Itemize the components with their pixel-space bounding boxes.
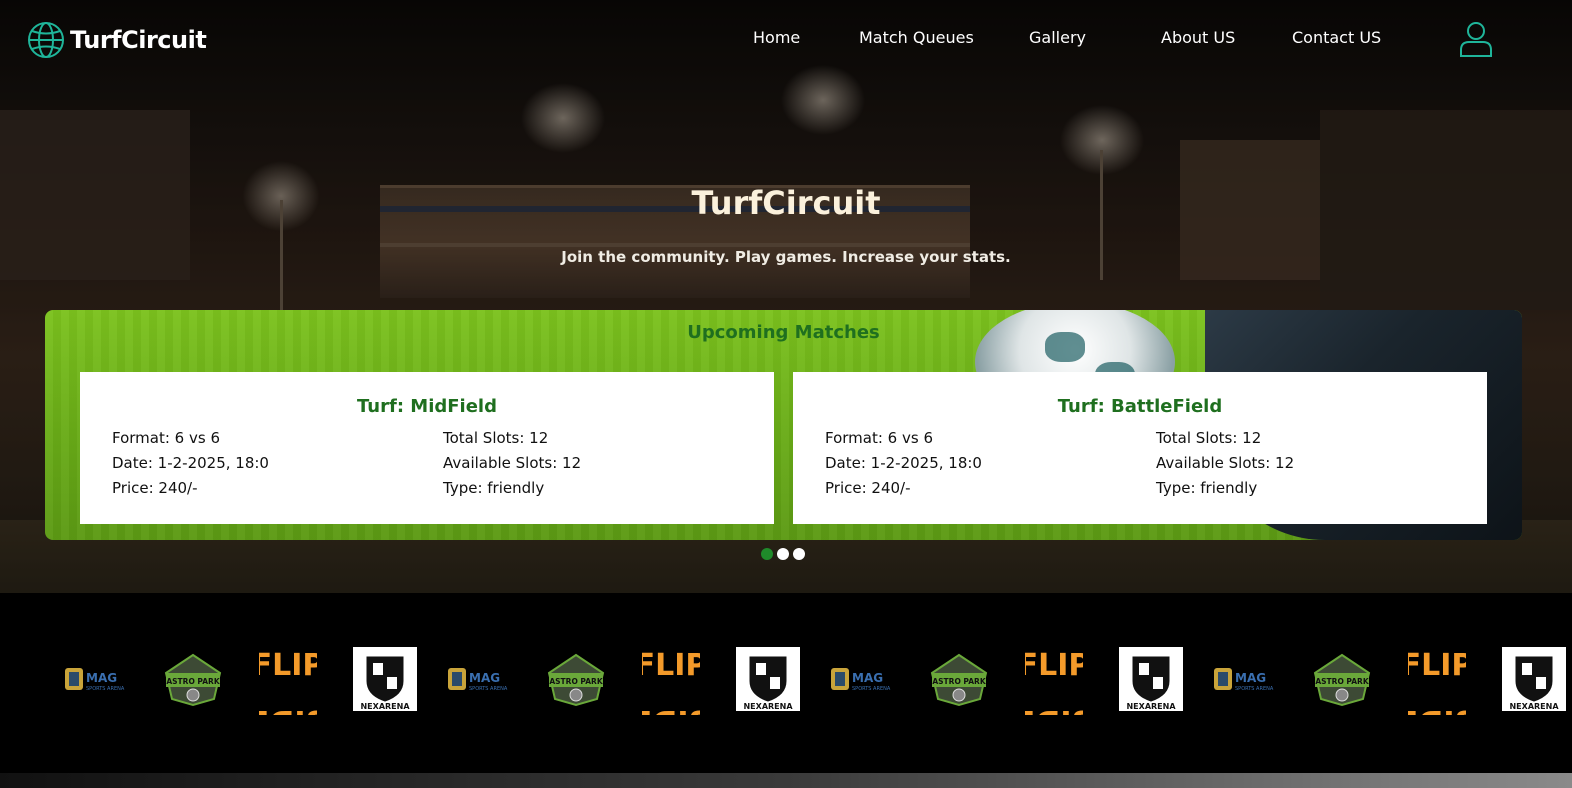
astro-park-logo: ASTRO PARK xyxy=(1313,653,1371,707)
svg-text:MAG: MAG xyxy=(1235,671,1266,685)
mag-logo: MAG SPORTS ARENA xyxy=(1214,668,1274,692)
match-price: Price: 240/- xyxy=(825,479,911,497)
svg-text:FLIP: FLIP xyxy=(1025,648,1083,683)
nex-arena-logo: NEXARENA xyxy=(1119,647,1183,711)
match-card-title: Turf: MidField xyxy=(357,396,497,417)
mag-logo: MAG SPORTS ARENA xyxy=(65,668,125,692)
brand-name: TurfCircuit xyxy=(70,26,207,54)
match-format: Format: 6 vs 6 xyxy=(112,429,220,447)
match-card-title: Turf: BattleField xyxy=(1057,396,1223,417)
svg-text:SPORTS ARENA: SPORTS ARENA xyxy=(469,686,508,692)
flip-side-logo: FLIP SIDE xyxy=(1408,648,1466,715)
nav-gallery[interactable]: Gallery xyxy=(1029,28,1086,47)
carousel-dot-3[interactable] xyxy=(793,548,805,560)
nav-about-us[interactable]: About US xyxy=(1161,28,1235,47)
svg-text:FLIP: FLIP xyxy=(642,648,700,683)
svg-text:NEXARENA: NEXARENA xyxy=(1509,702,1559,711)
astro-park-logo: ASTRO PARK xyxy=(930,653,988,707)
svg-text:SPORTS ARENA: SPORTS ARENA xyxy=(852,686,891,692)
flip-side-logo: FLIP SIDE xyxy=(642,648,700,715)
brand-logo[interactable]: TurfCircuit xyxy=(26,20,207,60)
bottom-gradient-strip xyxy=(0,773,1572,788)
sponsor-logos-strip: MAG SPORTS ARENA ASTRO PARK FLIP SIDE NE… xyxy=(0,593,1572,773)
mag-logo: MAG SPORTS ARENA xyxy=(831,668,891,692)
match-available-slots: Available Slots: 12 xyxy=(443,454,582,472)
svg-text:MAG: MAG xyxy=(469,671,500,685)
carousel-indicators xyxy=(761,548,805,560)
flip-side-logo: FLIP SIDE xyxy=(259,648,317,715)
svg-text:FLIP: FLIP xyxy=(259,648,317,683)
globe-icon xyxy=(28,22,64,58)
svg-text:SPORTS ARENA: SPORTS ARENA xyxy=(86,686,125,692)
nex-arena-logo: NEXARENA xyxy=(736,647,800,711)
svg-text:SIDE: SIDE xyxy=(1408,703,1466,715)
svg-text:MAG: MAG xyxy=(852,671,883,685)
svg-text:SIDE: SIDE xyxy=(642,703,700,715)
match-format: Format: 6 vs 6 xyxy=(825,429,933,447)
match-type: Type: friendly xyxy=(443,479,545,497)
svg-text:SPORTS ARENA: SPORTS ARENA xyxy=(1235,686,1274,692)
nex-arena-logo: NEXARENA xyxy=(1502,647,1566,711)
flip-side-logo: FLIP SIDE xyxy=(1025,648,1083,715)
astro-park-logo: ASTRO PARK xyxy=(164,653,222,707)
astro-park-logo: ASTRO PARK xyxy=(547,653,605,707)
match-date: Date: 1-2-2025, 18:0 xyxy=(112,454,269,472)
user-account-icon[interactable] xyxy=(1458,20,1494,58)
upcoming-matches-carousel: Upcoming Matches Turf: MidField Format: … xyxy=(45,310,1522,540)
match-card[interactable]: Turf: MidField Format: 6 vs 6 Date: 1-2-… xyxy=(80,372,774,524)
nex-arena-logo: NEXARENA xyxy=(353,647,417,711)
svg-text:NEXARENA: NEXARENA xyxy=(360,702,410,711)
carousel-dot-2[interactable] xyxy=(777,548,789,560)
match-date: Date: 1-2-2025, 18:0 xyxy=(825,454,982,472)
match-type: Type: friendly xyxy=(1156,479,1258,497)
nav-contact-us[interactable]: Contact US xyxy=(1292,28,1381,47)
svg-text:ASTRO PARK: ASTRO PARK xyxy=(166,677,220,686)
svg-text:NEXARENA: NEXARENA xyxy=(743,702,793,711)
hero-title: TurfCircuit xyxy=(691,184,881,222)
carousel-dot-1[interactable] xyxy=(761,548,773,560)
hero-subtitle: Join the community. Play games. Increase… xyxy=(561,248,1011,266)
svg-text:MAG: MAG xyxy=(86,671,117,685)
match-total-slots: Total Slots: 12 xyxy=(1156,429,1262,447)
svg-text:ASTRO PARK: ASTRO PARK xyxy=(1315,677,1369,686)
svg-text:SIDE: SIDE xyxy=(1025,703,1083,715)
match-price: Price: 240/- xyxy=(112,479,198,497)
upcoming-matches-heading: Upcoming Matches xyxy=(687,322,880,343)
match-total-slots: Total Slots: 12 xyxy=(443,429,549,447)
match-available-slots: Available Slots: 12 xyxy=(1156,454,1295,472)
svg-text:ASTRO PARK: ASTRO PARK xyxy=(549,677,603,686)
svg-text:FLIP: FLIP xyxy=(1408,648,1466,683)
nav-home[interactable]: Home xyxy=(753,28,800,47)
svg-text:ASTRO PARK: ASTRO PARK xyxy=(932,677,986,686)
nav-match-queues[interactable]: Match Queues xyxy=(859,28,974,47)
match-card[interactable]: Turf: BattleField Format: 6 vs 6 Date: 1… xyxy=(793,372,1487,524)
svg-text:SIDE: SIDE xyxy=(259,703,317,715)
svg-text:NEXARENA: NEXARENA xyxy=(1126,702,1176,711)
mag-logo: MAG SPORTS ARENA xyxy=(448,668,508,692)
